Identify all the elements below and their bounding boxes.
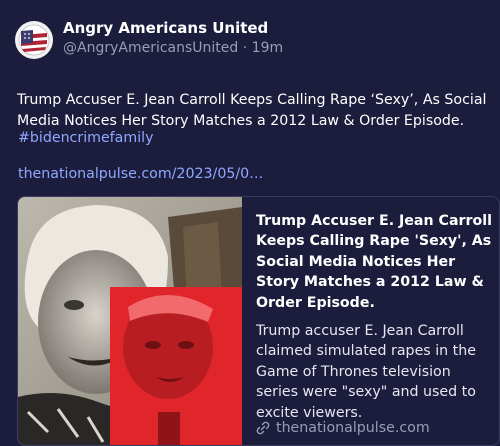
post: Angry Americans United @AngryAmericansUn… — [0, 0, 500, 446]
author-handle[interactable]: @AngryAmericansUnited — [63, 40, 238, 56]
article-thumbnail-image — [18, 197, 242, 445]
card-domain: thenationalpulse.com — [256, 420, 430, 436]
post-meta: @AngryAmericansUnited · 19m — [63, 40, 283, 56]
american-flag-avatar-icon — [15, 21, 53, 59]
link-icon — [256, 421, 270, 435]
author-name[interactable]: Angry Americans United — [63, 19, 268, 37]
card-image[interactable] — [18, 197, 242, 445]
article-link[interactable]: thenationalpulse.com/2023/05/0… — [18, 166, 263, 182]
card-domain-text: thenationalpulse.com — [276, 420, 430, 436]
meta-separator: · — [238, 40, 252, 56]
hashtag-link[interactable]: #bidencrimefamily — [18, 130, 153, 146]
link-preview-card[interactable]: Trump Accuser E. Jean Carroll Keeps Call… — [17, 196, 500, 446]
post-body: Trump Accuser E. Jean Carroll Keeps Call… — [17, 92, 487, 129]
post-time[interactable]: 19m — [252, 40, 283, 56]
author-avatar[interactable] — [15, 21, 53, 59]
card-title[interactable]: Trump Accuser E. Jean Carroll Keeps Call… — [256, 211, 496, 313]
card-description: Trump accuser E. Jean Carroll claimed si… — [256, 323, 476, 421]
